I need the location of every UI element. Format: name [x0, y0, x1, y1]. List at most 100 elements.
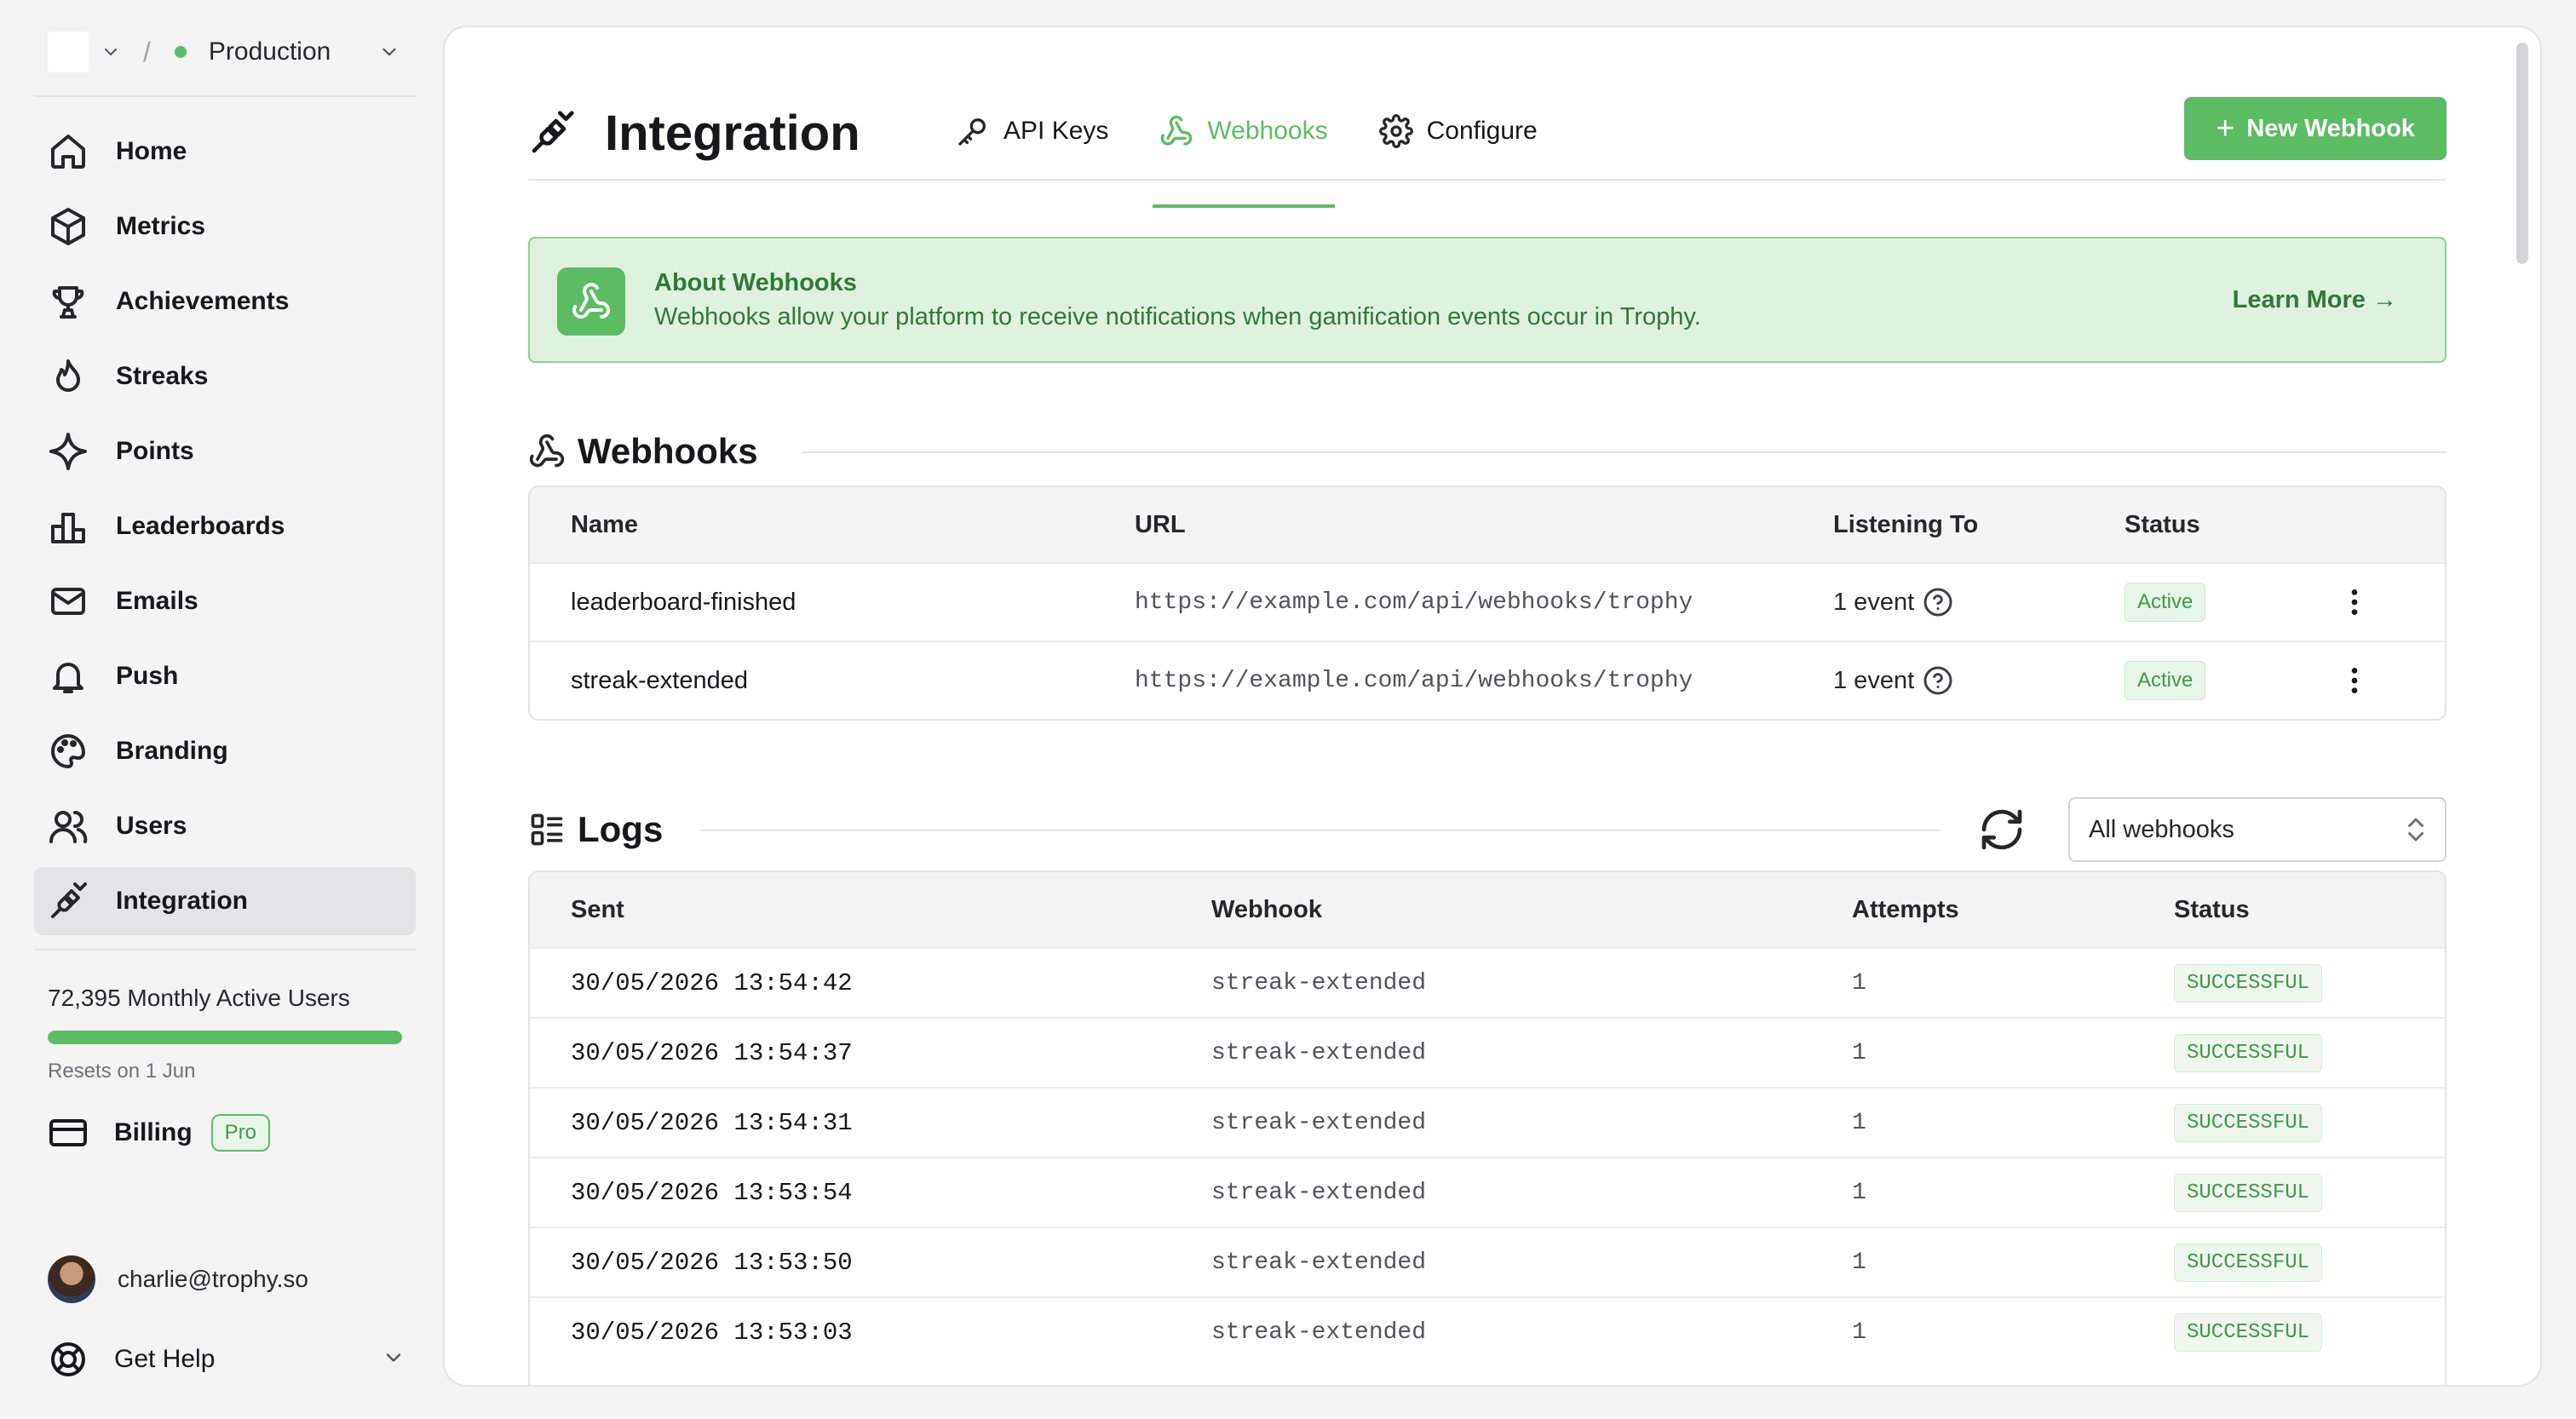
webhook-icon	[557, 267, 625, 336]
table-row[interactable]: streak-extended https://example.com/api/…	[530, 641, 2445, 719]
sidebar-item-integration[interactable]: Integration	[34, 867, 416, 935]
sidebar-item-home[interactable]: Home	[34, 118, 416, 186]
log-sent-time: 30/05/2026 13:53:03	[530, 1296, 1170, 1366]
table-row[interactable]: leaderboard-finished https://example.com…	[530, 562, 2445, 641]
new-webhook-button[interactable]: + New Webhook	[2184, 97, 2447, 160]
tab-webhooks[interactable]: Webhooks	[1153, 106, 1335, 208]
info-banner: About Webhooks Webhooks allow your platf…	[528, 237, 2447, 363]
user-email: charlie@trophy.so	[118, 1266, 308, 1292]
sidebar-item-label: Push	[116, 662, 179, 690]
sidebar-item-points[interactable]: Points	[34, 417, 416, 485]
sidebar-item-push[interactable]: Push	[34, 642, 416, 710]
tab-label: API Keys	[1003, 117, 1109, 145]
bar-chart-icon	[51, 513, 85, 543]
sidebar-item-label: Streaks	[116, 362, 209, 390]
page-header: Integration	[528, 99, 860, 167]
listening-to-cell: 1 event	[1792, 641, 2084, 719]
status-badge: Active	[2125, 583, 2206, 622]
header-divider	[528, 179, 2445, 181]
mau-progress-bar	[48, 1031, 402, 1044]
key-icon	[958, 118, 986, 146]
sidebar-item-achievements[interactable]: Achievements	[34, 267, 416, 336]
plug-icon	[51, 882, 87, 918]
sidebar-item-metrics[interactable]: Metrics	[34, 192, 416, 261]
sidebar-item-label: Emails	[116, 587, 198, 615]
tab-configure[interactable]: Configure	[1377, 106, 1539, 157]
status-cell: Active	[2084, 562, 2297, 641]
sidebar-item-label: Integration	[116, 887, 248, 915]
column-header: Attempts	[1811, 872, 2133, 947]
event-count: 1 event	[1833, 666, 1915, 694]
sidebar-item-label: Points	[116, 437, 194, 465]
tab-label: Configure	[1426, 117, 1538, 145]
sidebar-item-branding[interactable]: Branding	[34, 717, 416, 785]
banner-title: About Webhooks	[654, 269, 857, 296]
chevron-down-icon[interactable]	[101, 42, 121, 62]
sidebar-item-streaks[interactable]: Streaks	[34, 342, 416, 411]
column-header: Name	[530, 487, 1094, 562]
column-header: Webhook	[1170, 872, 1811, 947]
log-sent-time: 30/05/2026 13:54:37	[530, 1017, 1170, 1087]
section-title: Logs	[578, 809, 664, 849]
workspace-switcher[interactable]: / Production	[48, 31, 416, 73]
more-vertical-icon[interactable]	[2337, 585, 2372, 619]
table-row[interactable]: 30/05/2026 13:53:54 streak-extended 1 SU…	[530, 1157, 2445, 1227]
main-panel: Integration API Keys Webhooks Configure …	[443, 26, 2542, 1387]
sidebar-item-billing[interactable]: Billing Pro	[48, 1107, 271, 1158]
status-badge: SUCCESSFUL	[2174, 963, 2323, 1002]
filter-selected-value: All webhooks	[2089, 815, 2234, 843]
more-vertical-icon[interactable]	[2337, 664, 2372, 698]
log-attempts: 1	[1811, 1087, 2133, 1157]
help-circle-icon[interactable]	[1923, 587, 1953, 618]
table-row[interactable]: 30/05/2026 13:54:31 streak-extended 1 SU…	[530, 1087, 2445, 1157]
status-cell: Active	[2084, 641, 2297, 719]
section-divider	[802, 451, 2447, 453]
table-row[interactable]: 30/05/2026 13:53:03 streak-extended 1 SU…	[530, 1296, 2445, 1366]
log-webhook-name: streak-extended	[1170, 947, 1811, 1017]
refresh-icon[interactable]	[1978, 806, 2026, 853]
table-row[interactable]: 30/05/2026 13:54:42 streak-extended 1 SU…	[530, 947, 2445, 1017]
webhooks-section-header: Webhooks	[528, 426, 758, 477]
environment-name[interactable]: Production	[209, 37, 331, 66]
status-cell: SUCCESSFUL	[2133, 1087, 2445, 1157]
actions-cell	[2297, 562, 2445, 641]
log-attempts: 1	[1811, 1157, 2133, 1227]
column-header: URL	[1094, 487, 1792, 562]
status-badge: SUCCESSFUL	[2174, 1033, 2323, 1072]
table-header-row: Name URL Listening To Status	[530, 487, 2445, 562]
user-profile[interactable]: charlie@trophy.so	[48, 1252, 308, 1307]
home-icon	[51, 135, 85, 169]
sidebar-divider	[34, 949, 416, 951]
sidebar-item-leaderboards[interactable]: Leaderboards	[34, 492, 416, 560]
sidebar-item-users[interactable]: Users	[34, 792, 416, 860]
help-circle-icon[interactable]	[1923, 665, 1953, 696]
scrollbar-thumb[interactable]	[2516, 43, 2528, 264]
status-cell: SUCCESSFUL	[2133, 1157, 2445, 1227]
tab-api-keys[interactable]: API Keys	[954, 106, 1110, 157]
status-cell: SUCCESSFUL	[2133, 1296, 2445, 1366]
get-help-label: Get Help	[114, 1345, 216, 1373]
sidebar-item-label: Users	[116, 812, 187, 840]
log-webhook-name: streak-extended	[1170, 1227, 1811, 1296]
log-attempts: 1	[1811, 1296, 2133, 1366]
usage-reset-note: Resets on 1 Jun	[48, 1060, 196, 1083]
logs-section-header: Logs	[528, 804, 663, 855]
get-help-button[interactable]: Get Help	[48, 1334, 405, 1385]
learn-more-link[interactable]: Learn More →	[2233, 286, 2397, 314]
plug-icon	[532, 111, 574, 153]
table-row[interactable]: 30/05/2026 13:53:50 streak-extended 1 SU…	[530, 1227, 2445, 1296]
sidebar-item-emails[interactable]: Emails	[34, 567, 416, 635]
webhook-filter-select[interactable]: All webhooks	[2068, 797, 2447, 862]
webhook-icon	[1161, 115, 1193, 146]
table-row[interactable]: 30/05/2026 13:54:37 streak-extended 1 SU…	[530, 1017, 2445, 1087]
chevron-down-icon[interactable]	[378, 41, 400, 63]
trophy-icon	[52, 286, 84, 319]
sidebar-item-label: Home	[116, 137, 187, 165]
mau-usage-label: 72,395 Monthly Active Users	[48, 985, 350, 1011]
log-webhook-name: streak-extended	[1170, 1087, 1811, 1157]
users-icon	[49, 811, 88, 843]
log-webhook-name: streak-extended	[1170, 1296, 1811, 1366]
life-buoy-icon	[51, 1342, 85, 1376]
list-icon	[531, 813, 563, 846]
breadcrumb-separator: /	[143, 36, 151, 67]
